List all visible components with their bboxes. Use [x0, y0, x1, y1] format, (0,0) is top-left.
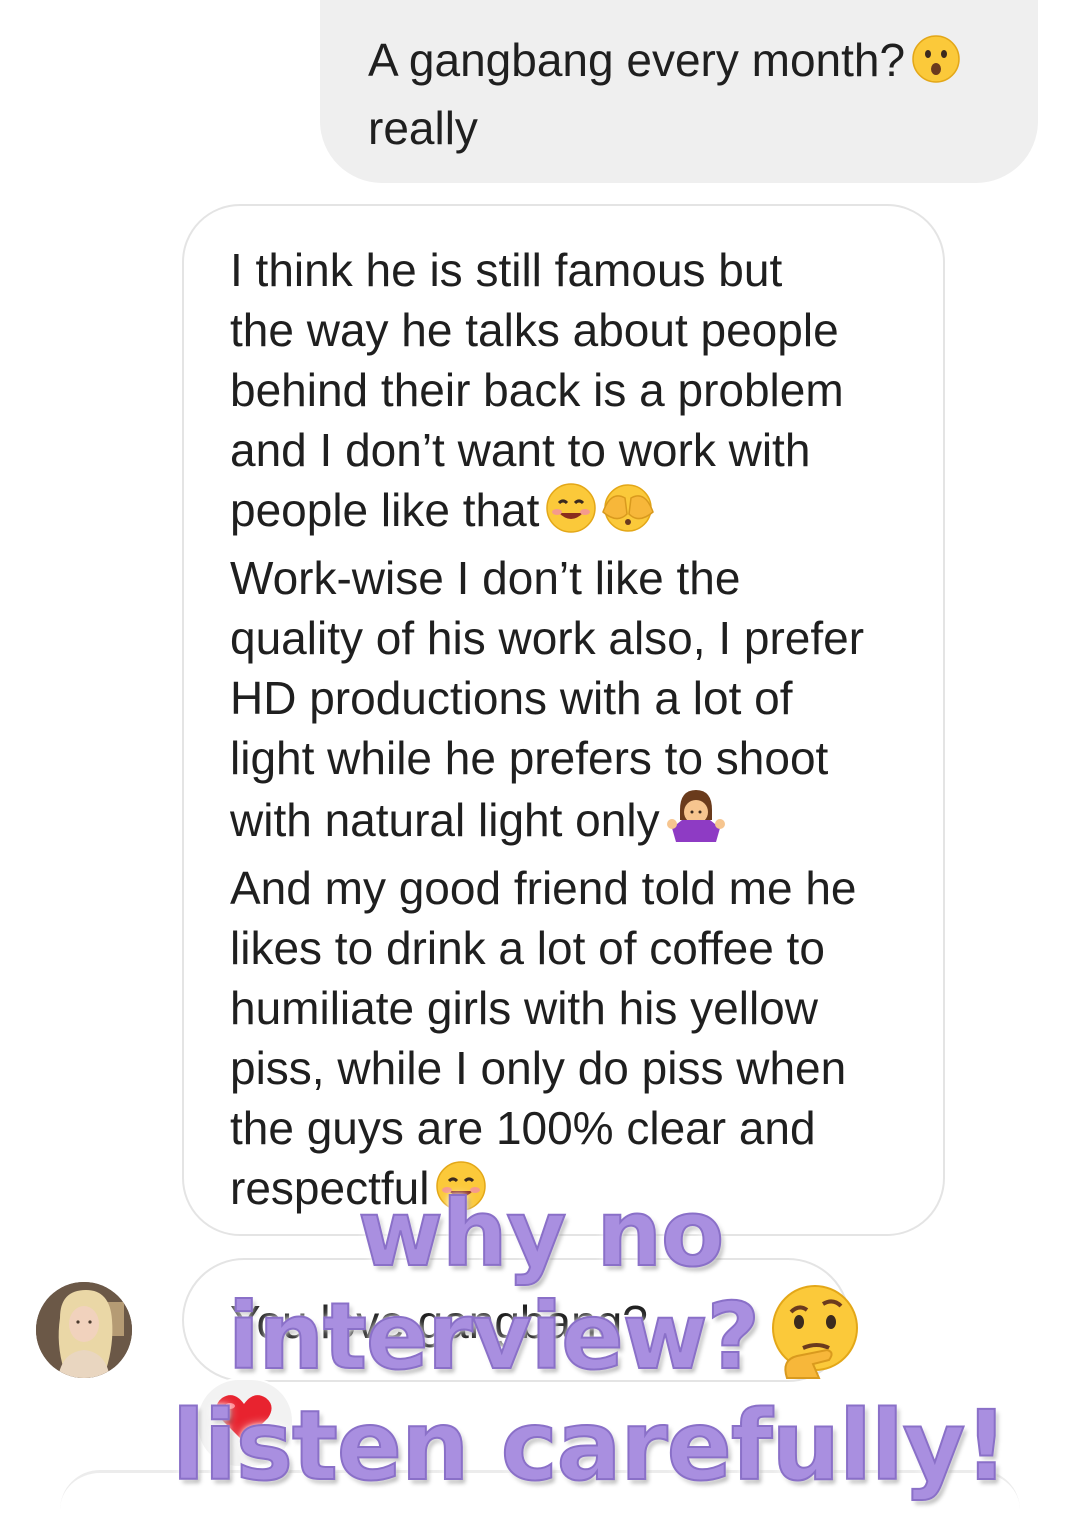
face-with-hand-over-eyes-emoji-icon	[599, 482, 657, 548]
thinking-face-icon	[765, 1282, 875, 1404]
overlay-caption-line1: why no	[357, 1179, 725, 1288]
smiling-face-emoji-icon	[545, 482, 597, 548]
overlay-caption-line2: interview?	[227, 1282, 875, 1404]
received-message-bubble[interactable]: I think he is still famous but the way h…	[182, 204, 945, 1236]
sent-message-bubble[interactable]: A gangbang every month? really	[320, 0, 1038, 183]
avatar-photo-icon	[36, 1282, 132, 1378]
person-shrugging-emoji-icon	[666, 788, 726, 858]
overlay-caption-line3: listen carefully!	[171, 1389, 1009, 1503]
sent-message-text: A gangbang every month? really	[368, 30, 998, 158]
received-message-text: I think he is still famous but the way h…	[230, 240, 903, 1226]
avatar[interactable]	[36, 1282, 132, 1378]
hushed-face-emoji-icon	[911, 34, 961, 98]
